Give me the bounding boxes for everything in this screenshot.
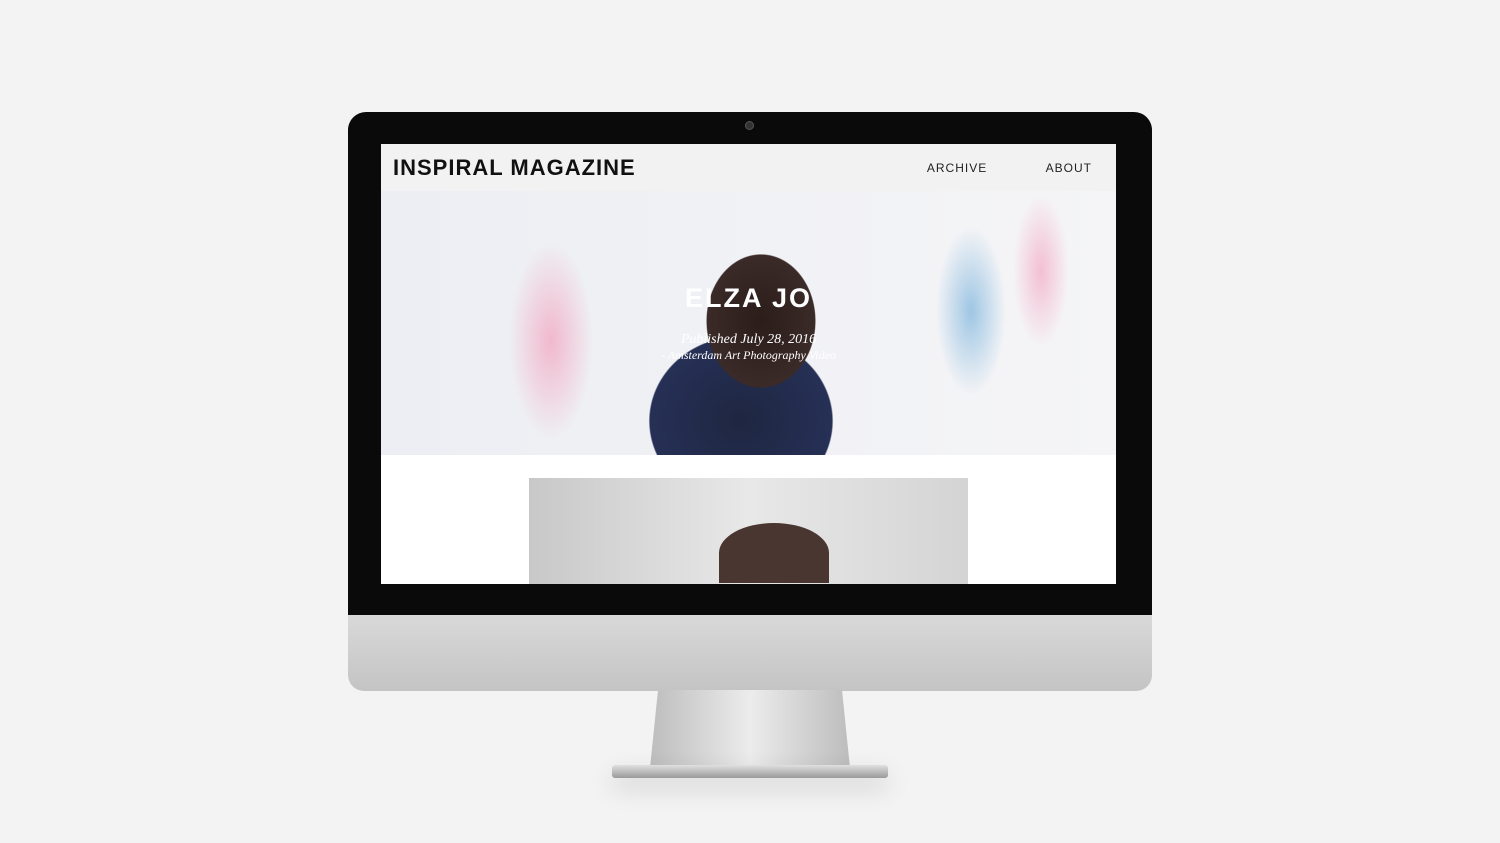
monitor-stand <box>650 690 850 768</box>
nav-archive[interactable]: ARCHIVE <box>927 161 987 175</box>
published-date: Published July 28, 2016 <box>680 332 817 347</box>
camera-icon <box>745 121 754 130</box>
site-logo[interactable]: INSPIRAL MAGAZINE <box>393 155 885 181</box>
hero-image[interactable]: ELZA JO Published July 28, 2016 - Amster… <box>381 191 1116 455</box>
site-nav: ARCHIVE ABOUT <box>885 159 1104 177</box>
site-header: INSPIRAL MAGAZINE ARCHIVE ABOUT <box>381 144 1116 191</box>
article-title: ELZA JO <box>684 283 812 313</box>
nav-about[interactable]: ABOUT <box>1046 161 1092 175</box>
monitor-base <box>612 765 888 778</box>
monitor-chin <box>348 615 1152 691</box>
hero-text: ELZA JO Published July 28, 2016 - Amster… <box>381 283 1116 363</box>
article-image[interactable] <box>529 478 968 584</box>
screen: INSPIRAL MAGAZINE ARCHIVE ABOUT ELZA JO … <box>381 144 1116 584</box>
article-subtitle: - Amsterdam Art Photography Video <box>661 348 836 362</box>
